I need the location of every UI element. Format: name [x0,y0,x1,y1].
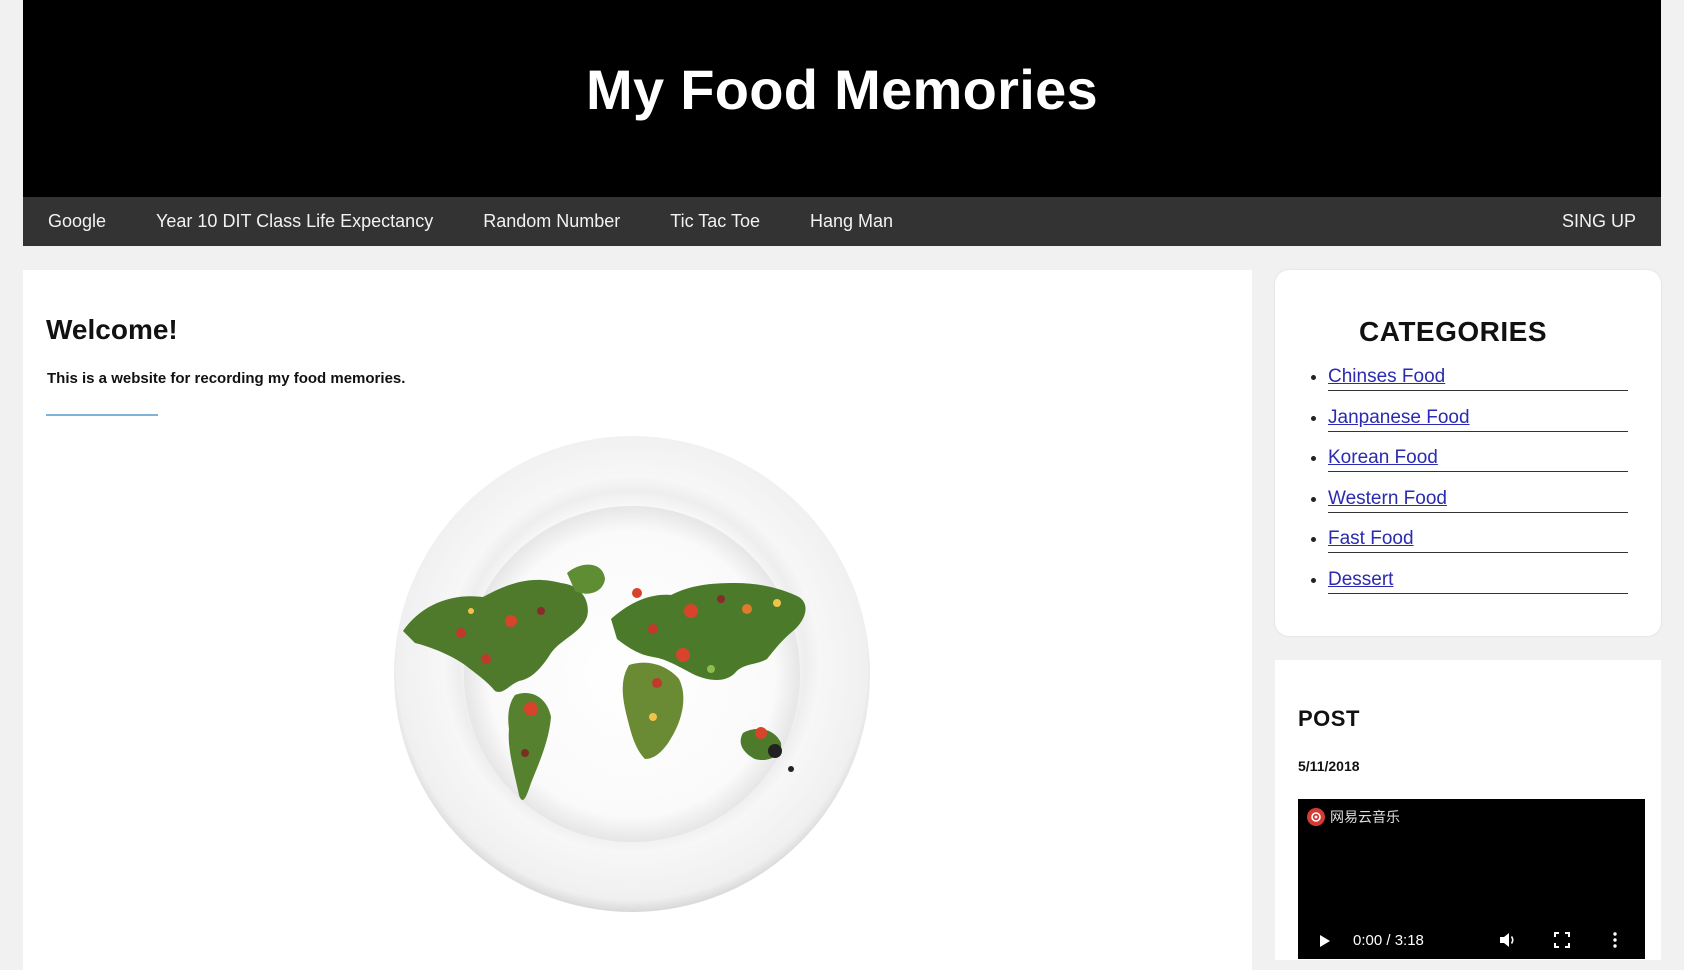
site-header: My Food Memories [23,0,1661,197]
category-link-korean[interactable]: Korean Food [1328,447,1628,473]
nav-link-tic-tac-toe[interactable]: Tic Tac Toe [645,197,785,246]
categories-list: Chinses Food Janpanese Food Korean Food … [1275,366,1628,610]
category-link-fast-food[interactable]: Fast Food [1328,528,1628,554]
category-link-chinese[interactable]: Chinses Food [1328,366,1628,391]
top-navbar: Google Year 10 DIT Class Life Expectancy… [23,197,1661,246]
post-date: 5/11/2018 [1298,758,1360,774]
list-item: Chinses Food [1328,366,1628,407]
heading-divider [46,414,158,416]
world-map-food-plate-image [391,433,873,915]
player-controls: 0:00 / 3:18 [1298,929,1645,953]
main-content-card: Welcome! This is a website for recording… [23,270,1252,970]
nav-link-random-number[interactable]: Random Number [458,197,645,246]
list-item: Fast Food [1328,528,1628,569]
category-link-japanese[interactable]: Janpanese Food [1328,407,1628,432]
nav-link-google[interactable]: Google [23,197,131,246]
post-card: POST 5/11/2018 网易云音乐 0:00 / 3:18 [1275,660,1661,960]
list-item: Janpanese Food [1328,407,1628,448]
player-time: 0:00 / 3:18 [1353,932,1424,949]
post-title: POST [1298,706,1360,731]
categories-card: CATEGORIES Chinses Food Janpanese Food K… [1275,270,1661,636]
volume-icon[interactable] [1499,932,1517,948]
intro-text: This is a website for recording my food … [47,370,406,387]
category-link-dessert[interactable]: Dessert [1328,569,1628,594]
list-item: Korean Food [1328,447,1628,488]
category-link-western[interactable]: Western Food [1328,488,1628,513]
video-player[interactable]: 网易云音乐 0:00 / 3:18 [1298,799,1645,959]
site-title: My Food Memories [586,58,1098,121]
more-options-icon[interactable] [1613,932,1617,948]
netease-music-logo-icon [1307,808,1325,826]
player-brand-label: 网易云音乐 [1330,809,1400,825]
welcome-heading: Welcome! [46,314,178,345]
nav-link-sign-up[interactable]: SING UP [1537,197,1661,246]
nav-link-hang-man[interactable]: Hang Man [785,197,918,246]
nav-link-life-expectancy[interactable]: Year 10 DIT Class Life Expectancy [131,197,458,246]
player-brand: 网易云音乐 [1307,807,1400,827]
play-icon[interactable] [1320,935,1330,947]
list-item: Dessert [1328,569,1628,610]
list-item: Western Food [1328,488,1628,529]
categories-title: CATEGORIES [1358,316,1548,347]
fullscreen-icon[interactable] [1554,932,1570,948]
